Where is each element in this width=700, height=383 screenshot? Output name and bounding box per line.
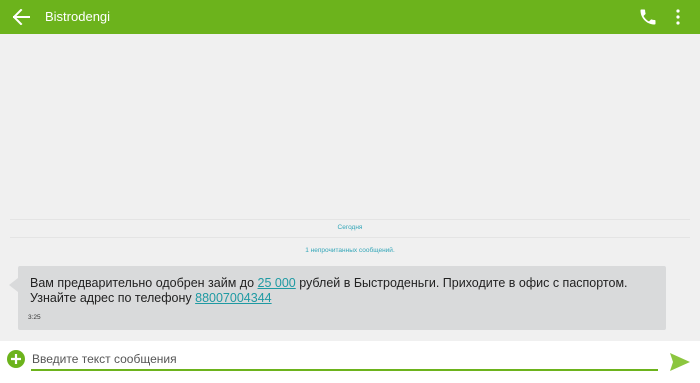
message-bubble-tail	[9, 278, 18, 292]
message-bubble[interactable]: Вам предварительно одобрен займ до 25 00…	[18, 266, 666, 330]
more-vert-icon[interactable]	[673, 8, 683, 26]
date-divider: Сегодня	[337, 224, 363, 231]
phone-link[interactable]: 88007004344	[195, 291, 271, 305]
amount-link[interactable]: 25 000	[258, 276, 296, 290]
conversation-title: Bistrodengi	[45, 9, 111, 24]
back-arrow-icon[interactable]	[12, 8, 31, 26]
message-text: Вам предварительно одобрен займ до 25 00…	[30, 276, 654, 305]
send-icon[interactable]	[669, 352, 691, 372]
composer-bar	[0, 341, 700, 383]
divider-line	[10, 219, 690, 220]
message-input[interactable]	[31, 349, 658, 371]
phone-icon[interactable]	[638, 7, 658, 27]
message-timestamp: 3:25	[28, 314, 41, 321]
message-text-part: Вам предварительно одобрен займ до	[30, 276, 258, 290]
add-circle-icon[interactable]	[7, 350, 25, 368]
app-bar: Bistrodengi	[0, 0, 700, 34]
divider-line	[10, 237, 690, 238]
unread-divider: 1 непрочитанных сообщений.	[305, 247, 395, 254]
